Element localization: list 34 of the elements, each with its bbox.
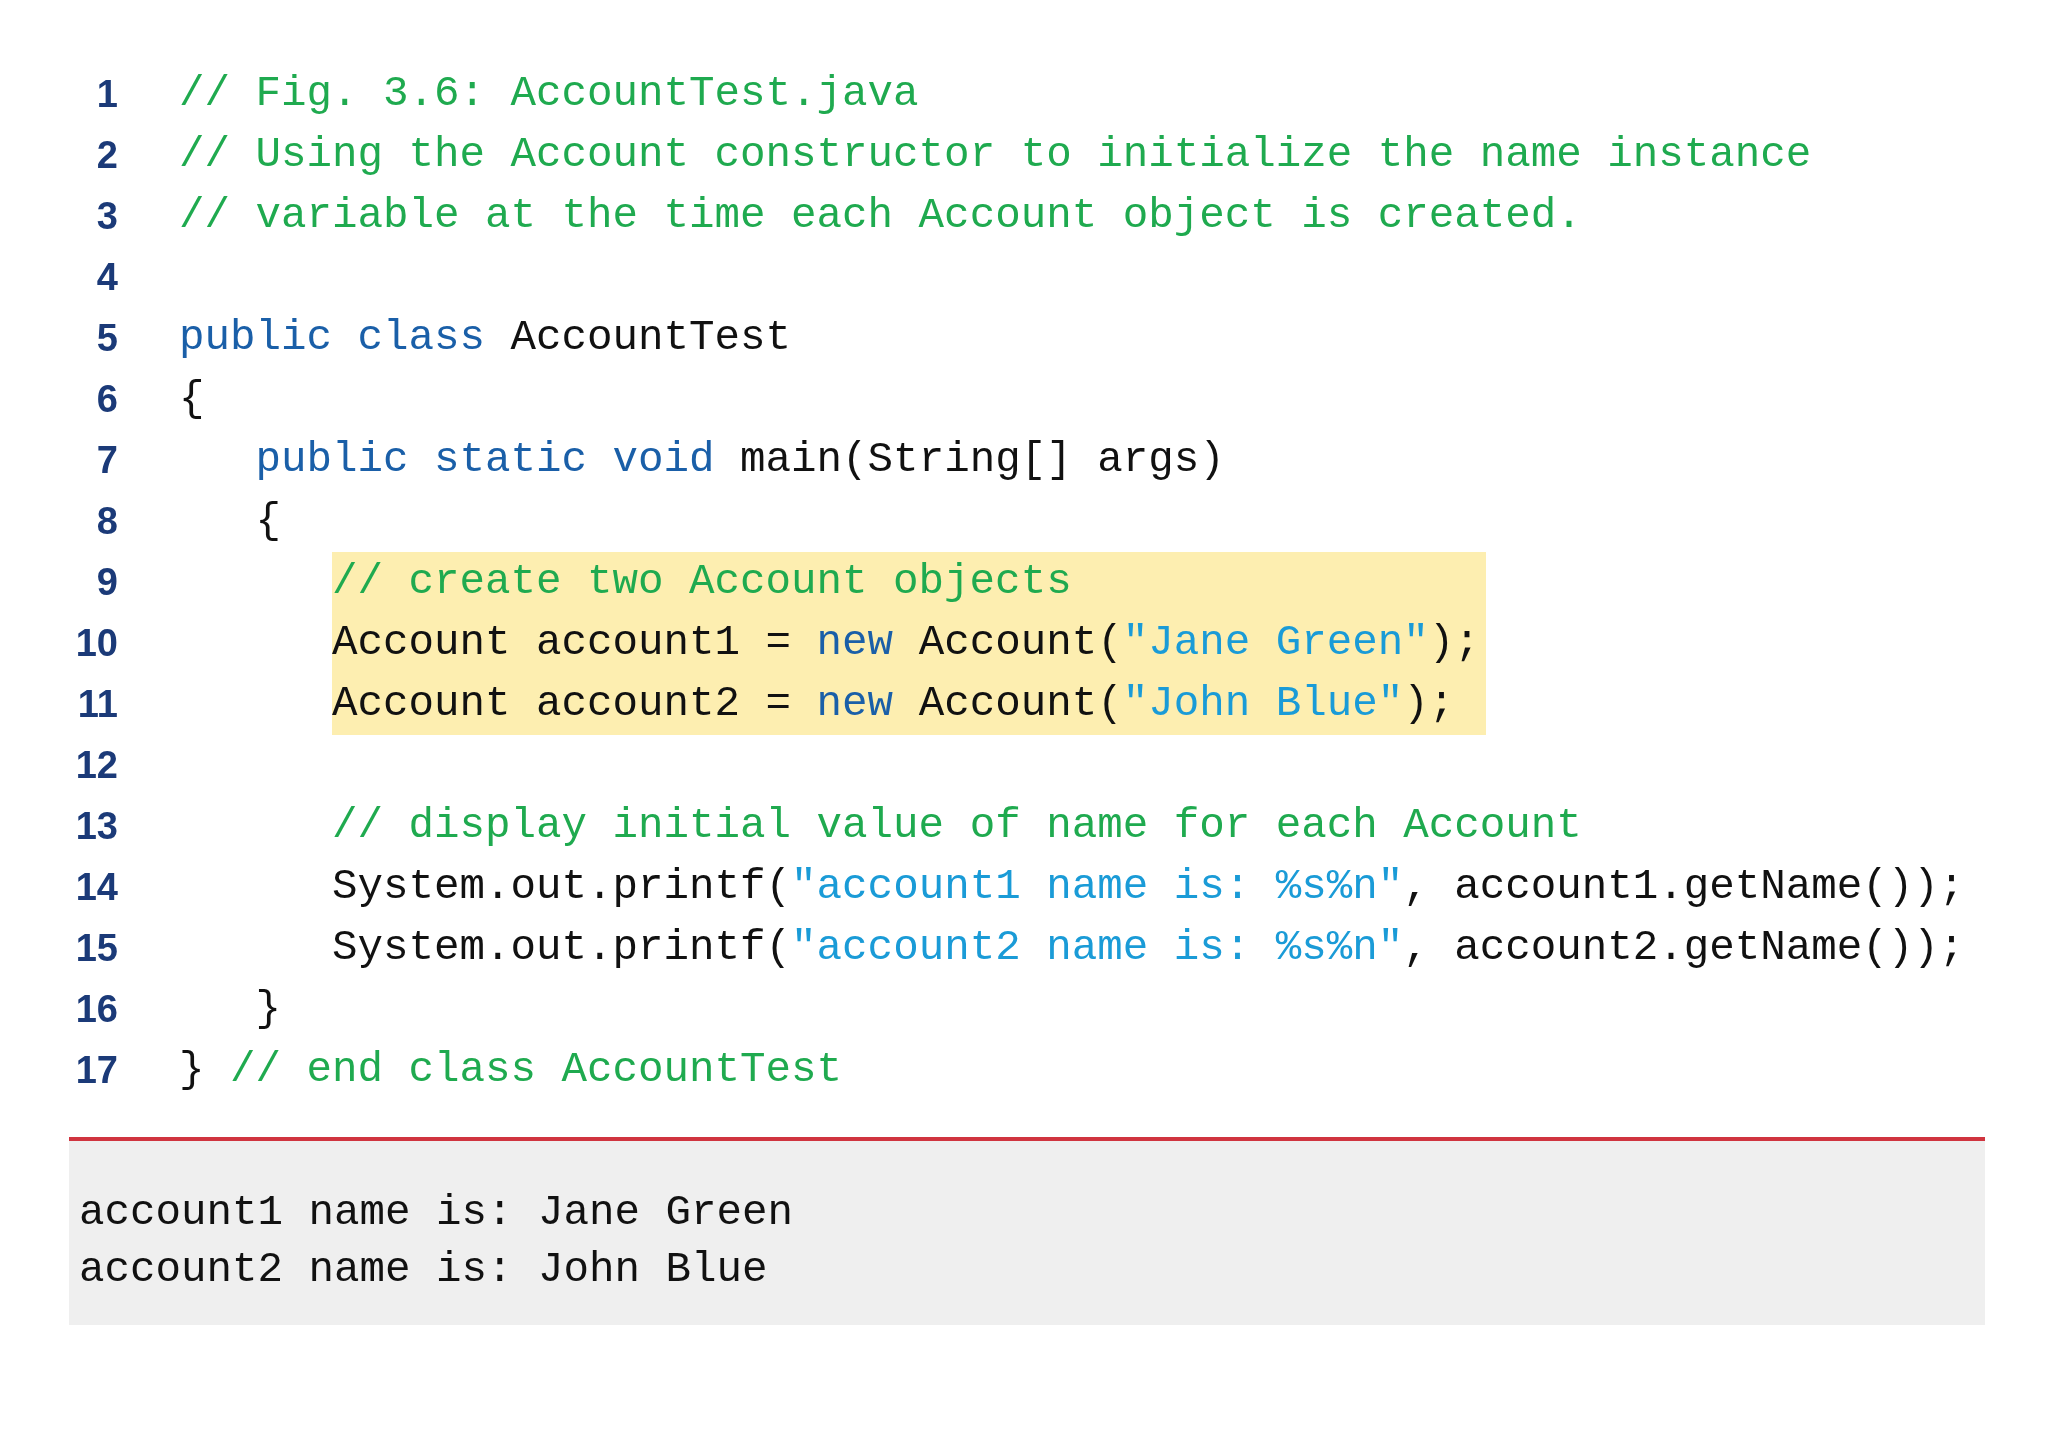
- code-line: // variable at the time each Account object is created.: [179, 191, 1582, 242]
- code-line: System.out.printf("account2 name is: %s%n", account2.getName());: [331, 923, 1965, 974]
- output-line: account1 name is: Jane Green: [79, 1188, 794, 1239]
- line-number: 17: [75, 1049, 118, 1091]
- code-line: // Fig. 3.6: AccountTest.java: [179, 69, 919, 120]
- line-number: 12: [75, 744, 118, 786]
- code-line: Account account2 = new Account("John Blue");: [332, 679, 1455, 730]
- code-line: public static void main(String[] args): [254, 435, 1225, 486]
- code-line: // display initial value of name for each Account: [331, 801, 1582, 852]
- code-line: Account account1 = new Account("Jane Green");: [332, 618, 1480, 669]
- line-number: 11: [77, 683, 118, 725]
- line-number: 4: [96, 256, 118, 298]
- line-number: 10: [75, 622, 118, 664]
- line-number: 16: [75, 988, 118, 1030]
- line-number: 5: [96, 317, 118, 359]
- code-line: {: [254, 496, 282, 547]
- code-line: public class AccountTest: [179, 313, 792, 364]
- line-number: 2: [96, 134, 118, 176]
- code-line: }: [254, 984, 282, 1035]
- line-number: 15: [75, 927, 118, 969]
- line-number: 1: [96, 73, 118, 115]
- output-line: account2 name is: John Blue: [79, 1245, 768, 1296]
- line-number: 13: [75, 805, 118, 847]
- line-number: 3: [96, 195, 118, 237]
- code-line: // create two Account objects: [332, 557, 1072, 608]
- code-line: System.out.printf("account1 name is: %s%n", account1.getName());: [331, 862, 1965, 913]
- code-line: // Using the Account constructor to initialize the name instance: [179, 130, 1812, 181]
- line-number: 9: [96, 561, 118, 603]
- code-line: } // end class AccountTest: [179, 1045, 843, 1096]
- line-number: 7: [96, 439, 118, 481]
- line-number: 8: [96, 500, 118, 542]
- line-number: 14: [75, 866, 118, 908]
- code-line: {: [179, 374, 205, 425]
- line-number: 6: [96, 378, 118, 420]
